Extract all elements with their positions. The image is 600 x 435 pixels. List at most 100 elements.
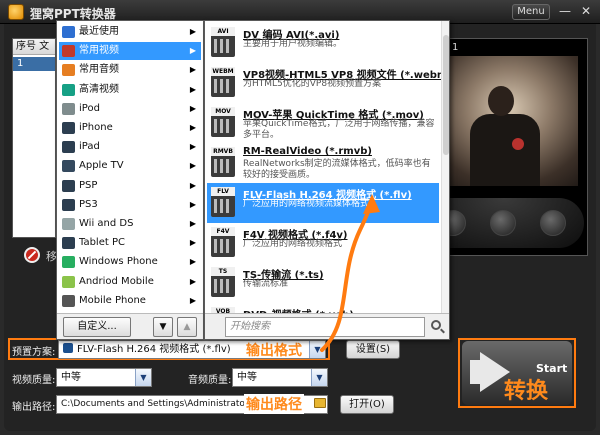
custom-button[interactable]: 自定义...: [63, 317, 131, 337]
format-description: 苹果QuickTime格式，广泛用于网络传播，兼容多平台。: [243, 119, 435, 140]
search-icon[interactable]: [431, 320, 441, 330]
format-scrollbar[interactable]: [441, 21, 449, 313]
audio-quality-select[interactable]: 中等 ▼: [232, 368, 328, 387]
menu-item-label: iPhone: [79, 122, 113, 133]
film-icon: F4V: [211, 227, 235, 257]
close-button[interactable]: ✕: [577, 4, 595, 20]
delete-icon[interactable]: [24, 247, 40, 263]
settings-button[interactable]: 设置(S): [346, 340, 400, 359]
menu-item-mobile-phone[interactable]: Mobile Phone ▶: [59, 292, 201, 310]
psp-icon: [62, 179, 75, 192]
format-tag: TS: [211, 267, 235, 276]
video-quality-label: 视频质量:: [12, 375, 56, 386]
table-row[interactable]: 1: [13, 57, 55, 71]
menu-item-wii-and-ds[interactable]: Wii and DS ▶: [59, 215, 201, 233]
chevron-down-icon[interactable]: ▼: [311, 369, 327, 386]
menu-item-psp[interactable]: PSP ▶: [59, 177, 201, 195]
move-down-button[interactable]: ▼: [153, 317, 173, 337]
film-strip-icon: [214, 199, 232, 213]
file-list-header: 序号 文: [13, 39, 55, 55]
format-item-avi[interactable]: AVI DV 编码 AVI(*.avi) 主要用于用户视频编辑。: [207, 23, 439, 63]
format-item-mov[interactable]: MOV MOV-苹果 QuickTime 格式 (*.mov) 苹果QuickTim…: [207, 103, 439, 143]
menu-item-ps3[interactable]: PS3 ▶: [59, 196, 201, 214]
chevron-right-icon: ▶: [189, 46, 196, 56]
stop-button[interactable]: [540, 210, 566, 236]
format-description: RealNetworks制定的流媒体格式，低码率也有较好的接受画质。: [243, 159, 431, 180]
annotation-path: 输出路径: [244, 394, 304, 414]
audio-quality-label: 音频质量:: [188, 375, 232, 386]
format-menu-footer: 开始搜索: [205, 313, 449, 339]
preview-label: 1: [452, 42, 459, 53]
chevron-right-icon: ▶: [189, 161, 196, 171]
output-path-value: C:\Documents and Settings\Administrator\…: [61, 399, 270, 409]
app-logo-icon: [8, 4, 24, 20]
music-icon: [62, 64, 75, 77]
menu-button[interactable]: Menu: [512, 4, 550, 20]
menu-item-label: Windows Phone: [79, 256, 158, 268]
category-menu-footer: 自定义... ▼ ▲: [57, 313, 203, 339]
minimize-button[interactable]: —: [556, 4, 574, 20]
menu-item-ipad[interactable]: iPad ▶: [59, 138, 201, 156]
film-icon: TS: [211, 267, 235, 297]
format-item-flv[interactable]: FLV FLV-Flash H.264 视频格式 (*.flv) 广泛应用的网络视频…: [207, 183, 439, 223]
menu-item-常用视频[interactable]: 常用视频 ▶: [59, 42, 201, 61]
format-title: RM-RealVideo (*.rmvb): [243, 146, 372, 157]
annotation-format: 输出格式: [246, 343, 302, 359]
menu-item-label: iPad: [79, 141, 100, 153]
chevron-right-icon: ▶: [189, 103, 196, 113]
chevron-right-icon: ▶: [189, 276, 196, 286]
film-icon: MOV: [211, 107, 235, 137]
folder-icon[interactable]: [314, 398, 326, 408]
file-list[interactable]: 序号 文 1: [12, 38, 56, 238]
format-item-webm[interactable]: WEBM VP8视频-HTML5 VP8 视频文件 (*.webm) 为HTML5优…: [207, 63, 449, 103]
format-description: 广泛应用的网络视频格式: [243, 239, 343, 249]
clock-icon: [62, 26, 75, 38]
chevron-right-icon: ▶: [189, 27, 196, 36]
menu-item-高清视频[interactable]: 高清视频 ▶: [59, 81, 201, 99]
chevron-down-icon[interactable]: ▼: [309, 341, 325, 358]
output-path-label: 输出路径:: [12, 402, 56, 413]
annotation-convert: 转换: [504, 378, 549, 404]
menu-item-label: Wii and DS: [79, 218, 134, 229]
format-description: 传输流标准: [243, 279, 289, 289]
film-strip-icon: [214, 239, 232, 253]
open-button[interactable]: 打开(O): [340, 395, 394, 414]
menu-item-label: PSP: [79, 179, 98, 191]
chevron-right-icon: ▶: [189, 257, 196, 267]
hd-icon: [62, 83, 75, 96]
scrollbar-thumb[interactable]: [443, 35, 449, 155]
chevron-down-icon[interactable]: ▼: [135, 369, 151, 386]
menu-item-ipod[interactable]: iPod ▶: [59, 100, 201, 118]
iphone-icon: [62, 122, 75, 134]
preview-figure: [470, 114, 540, 186]
tablet-icon: [62, 237, 75, 250]
menu-item-andriod-mobile[interactable]: Andriod Mobile ▶: [59, 273, 201, 291]
format-item-rmvb[interactable]: RMVB RM-RealVideo (*.rmvb) RealNetworks制定的…: [207, 143, 439, 183]
search-input[interactable]: 开始搜索: [225, 317, 425, 337]
format-item-ts[interactable]: TS TS-传输流 (*.ts) 传输流标准: [207, 263, 439, 303]
windows-phone-icon: [62, 256, 75, 269]
film-icon: AVI: [211, 27, 235, 57]
chevron-right-icon: ▶: [189, 180, 196, 190]
move-up-button[interactable]: ▲: [177, 317, 197, 337]
format-menu: AVI DV 编码 AVI(*.avi) 主要用于用户视频编辑。 WEBM VP8视频-…: [204, 20, 450, 340]
menu-item-label: Andriod Mobile: [79, 275, 154, 287]
menu-item-windows-phone[interactable]: Windows Phone ▶: [59, 253, 201, 271]
format-tag: WEBM: [211, 67, 235, 76]
menu-item-tablet-pc[interactable]: Tablet PC ▶: [59, 234, 201, 252]
menu-item-label: PS3: [79, 198, 98, 210]
menu-item-最近使用[interactable]: 最近使用 ▶: [59, 23, 201, 41]
menu-item-常用音频[interactable]: 常用音频 ▶: [59, 61, 201, 79]
menu-item-label: 常用音频: [79, 64, 119, 76]
format-item-f4v[interactable]: F4V F4V 视频格式 (*.f4v) 广泛应用的网络视频格式: [207, 223, 439, 263]
menu-item-apple-tv[interactable]: Apple TV ▶: [59, 157, 201, 175]
film-strip-icon: [214, 39, 232, 53]
film-strip-icon: [214, 159, 232, 173]
apple-tv-icon: [62, 160, 75, 173]
preset-value: FLV-Flash H.264 视频格式 (*.flv): [77, 344, 231, 355]
menu-item-iphone[interactable]: iPhone ▶: [59, 119, 201, 137]
pause-button[interactable]: [490, 210, 516, 236]
android-icon: [62, 275, 75, 288]
chevron-right-icon: ▶: [189, 65, 196, 75]
video-quality-select[interactable]: 中等 ▼: [56, 368, 152, 387]
